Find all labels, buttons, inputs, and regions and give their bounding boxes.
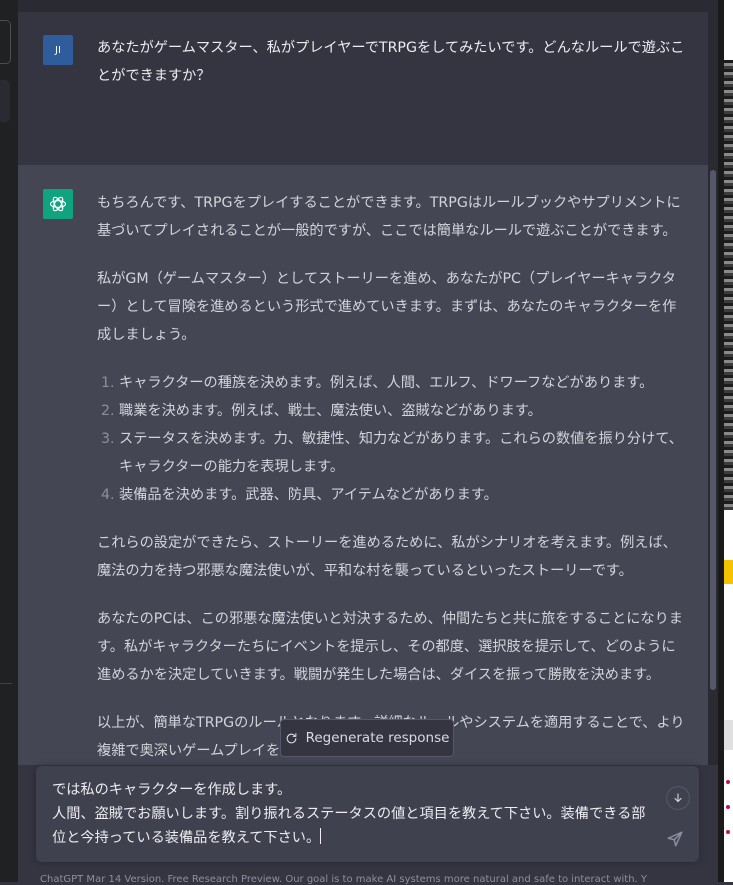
assistant-paragraph: もちろんです、TRPGをプレイすることができます。TRPGはルールブックやサプリ… <box>97 195 681 239</box>
user-avatar: JI <box>43 35 73 65</box>
user-message-text: あなたがゲームマスター、私がプレイヤーでTRPGをしてみたいです。どんなルールで… <box>97 40 685 84</box>
prompt-textarea[interactable]: では私のキャラクターを作成します。 人間、盗賊でお願いします。割り振れるステータ… <box>36 766 699 862</box>
footer-disclaimer: ChatGPT Mar 14 Version. Free Research Pr… <box>40 874 648 885</box>
assistant-message-text: もちろんです、TRPGをプレイすることができます。TRPGはルールブックやサプリ… <box>97 189 685 765</box>
scroll-to-bottom-button[interactable] <box>666 786 690 810</box>
arrow-down-icon <box>674 793 682 803</box>
character-creation-list: キャラクターの種族を決めます。例えば、人間、エルフ、ドワーフなどがあります。 職… <box>97 369 685 509</box>
list-item: キャラクターの種族を決めます。例えば、人間、エルフ、ドワーフなどがあります。 <box>119 369 685 397</box>
scrollbar-thumb[interactable] <box>710 170 716 690</box>
text-caret <box>320 828 322 844</box>
assistant-paragraph: 私がGM（ゲームマスター）としてストーリーを進め、あなたがPC（プレイヤーキャラ… <box>97 271 677 343</box>
background-window <box>724 0 733 882</box>
refresh-icon <box>286 732 296 743</box>
openai-logo-icon <box>43 189 73 219</box>
active-conversation-edge[interactable] <box>0 80 10 122</box>
list-item: ステータスを決めます。力、敏捷性、知力などがあります。これらの数値を振り分けて、… <box>119 425 685 481</box>
regenerate-response-button[interactable]: Regenerate response <box>280 719 454 757</box>
send-button[interactable] <box>666 830 686 850</box>
new-chat-button-edge[interactable] <box>0 20 11 64</box>
list-item: 職業を決めます。例えば、戦士、魔法使い、盗賊などがあります。 <box>119 397 685 425</box>
sidebar-divider <box>0 683 12 684</box>
regenerate-label: Regenerate response <box>305 730 450 746</box>
user-message-row: JI あなたがゲームマスター、私がプレイヤーでTRPGをしてみたいです。どんなル… <box>18 12 708 166</box>
prompt-text: では私のキャラクターを作成します。 人間、盗賊でお願いします。割り振れるステータ… <box>52 782 646 846</box>
user-avatar-initials: JI <box>55 44 61 56</box>
send-icon <box>667 831 683 847</box>
left-sidebar-edge <box>0 0 18 882</box>
assistant-paragraph: あなたのPCは、この邪悪な魔法使いと対決するため、仲間たちと共に旅をすることにな… <box>97 611 683 683</box>
assistant-paragraph: これらの設定ができたら、ストーリーを進めるために、私がシナリオを考えます。例えば… <box>97 535 677 579</box>
assistant-message-row: もちろんです、TRPGをプレイすることができます。TRPGはルールブックやサプリ… <box>18 165 708 765</box>
list-item: 装備品を決めます。武器、防具、アイテムなどがあります。 <box>119 481 685 509</box>
